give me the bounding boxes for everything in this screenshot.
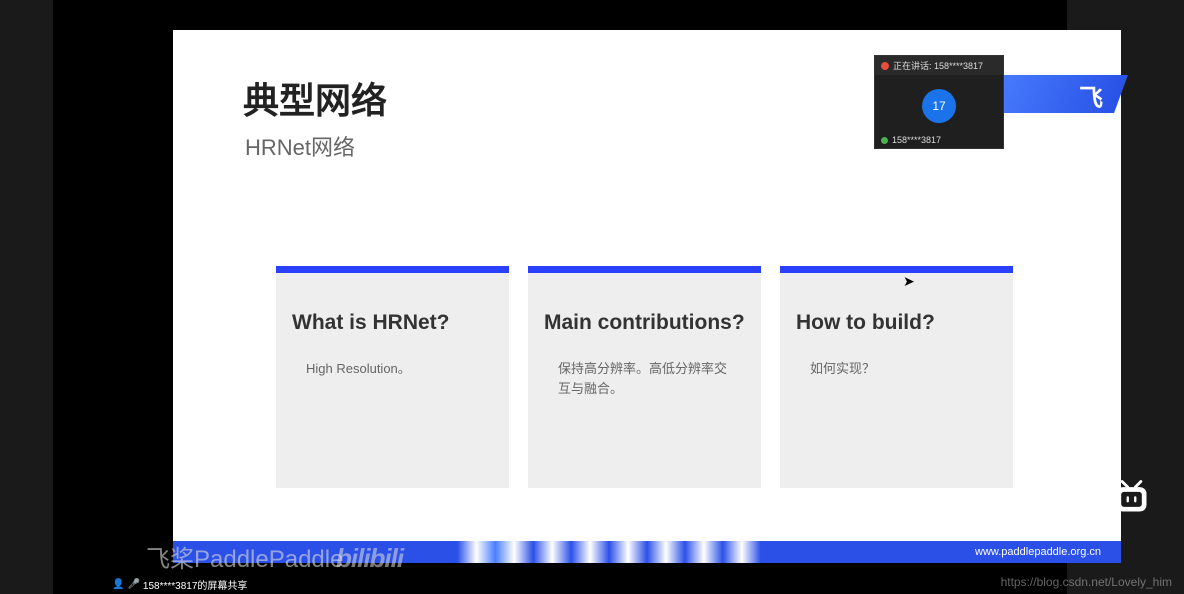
participant-panel[interactable]: 正在讲话: 158****3817 17 158****3817 [874, 55, 1004, 149]
footer-url: www.paddlepaddle.org.cn [975, 546, 1101, 558]
card-contributions: Main contributions? 保持高分辨率。高低分辨率交互与融合。 [528, 266, 761, 488]
bilibili-watermark: bilibili [336, 543, 403, 574]
speaking-indicator: 正在讲话: 158****3817 [875, 56, 1003, 75]
system-cursor-icon: ◤ [1103, 236, 1112, 250]
participant-name: 158****3817 [892, 135, 941, 145]
presenter-cursor-icon: ➤ [903, 273, 915, 290]
video-area[interactable]: 典型网络 HRNet网络 飞 What is HRNet? High Resol… [53, 0, 1067, 594]
card-what-is: What is HRNet? High Resolution。 [276, 266, 509, 488]
card-title: Main contributions? [544, 311, 745, 335]
avatar-initials: 17 [932, 99, 945, 113]
mic-muted-icon [881, 62, 889, 70]
brand-logo-text: 飞 [1079, 78, 1103, 113]
card-title: How to build? [796, 311, 997, 335]
screen-share-status: 👤 🎤 158****3817的屏幕共享 [106, 575, 253, 594]
person-icon: 👤 [112, 579, 124, 590]
paddle-watermark: 飞桨PaddlePaddle [146, 539, 343, 574]
bilibili-tv-icon[interactable] [1109, 474, 1154, 519]
card-row: What is HRNet? High Resolution。 Main con… [276, 266, 1013, 488]
slide-title: 典型网络 [243, 72, 387, 124]
card-how-to-build: How to build? 如何实现？ [780, 266, 1013, 488]
mic-on-icon [881, 137, 888, 144]
card-body: 如何实现？ [796, 359, 997, 379]
csdn-watermark: https://blog.csdn.net/Lovely_him [1001, 575, 1172, 589]
card-body: High Resolution。 [292, 359, 493, 379]
card-title: What is HRNet? [292, 311, 493, 335]
participant-footer: 158****3817 [875, 132, 1003, 148]
sharing-text: 158****3817的屏幕共享 [143, 577, 248, 592]
avatar[interactable]: 17 [922, 89, 956, 123]
card-body: 保持高分辨率。高低分辨率交互与融合。 [544, 359, 745, 398]
slide-subtitle: HRNet网络 [245, 130, 355, 162]
speaking-label: 正在讲话: 158****3817 [893, 59, 983, 72]
mic-icon: 🎤 [127, 579, 139, 590]
